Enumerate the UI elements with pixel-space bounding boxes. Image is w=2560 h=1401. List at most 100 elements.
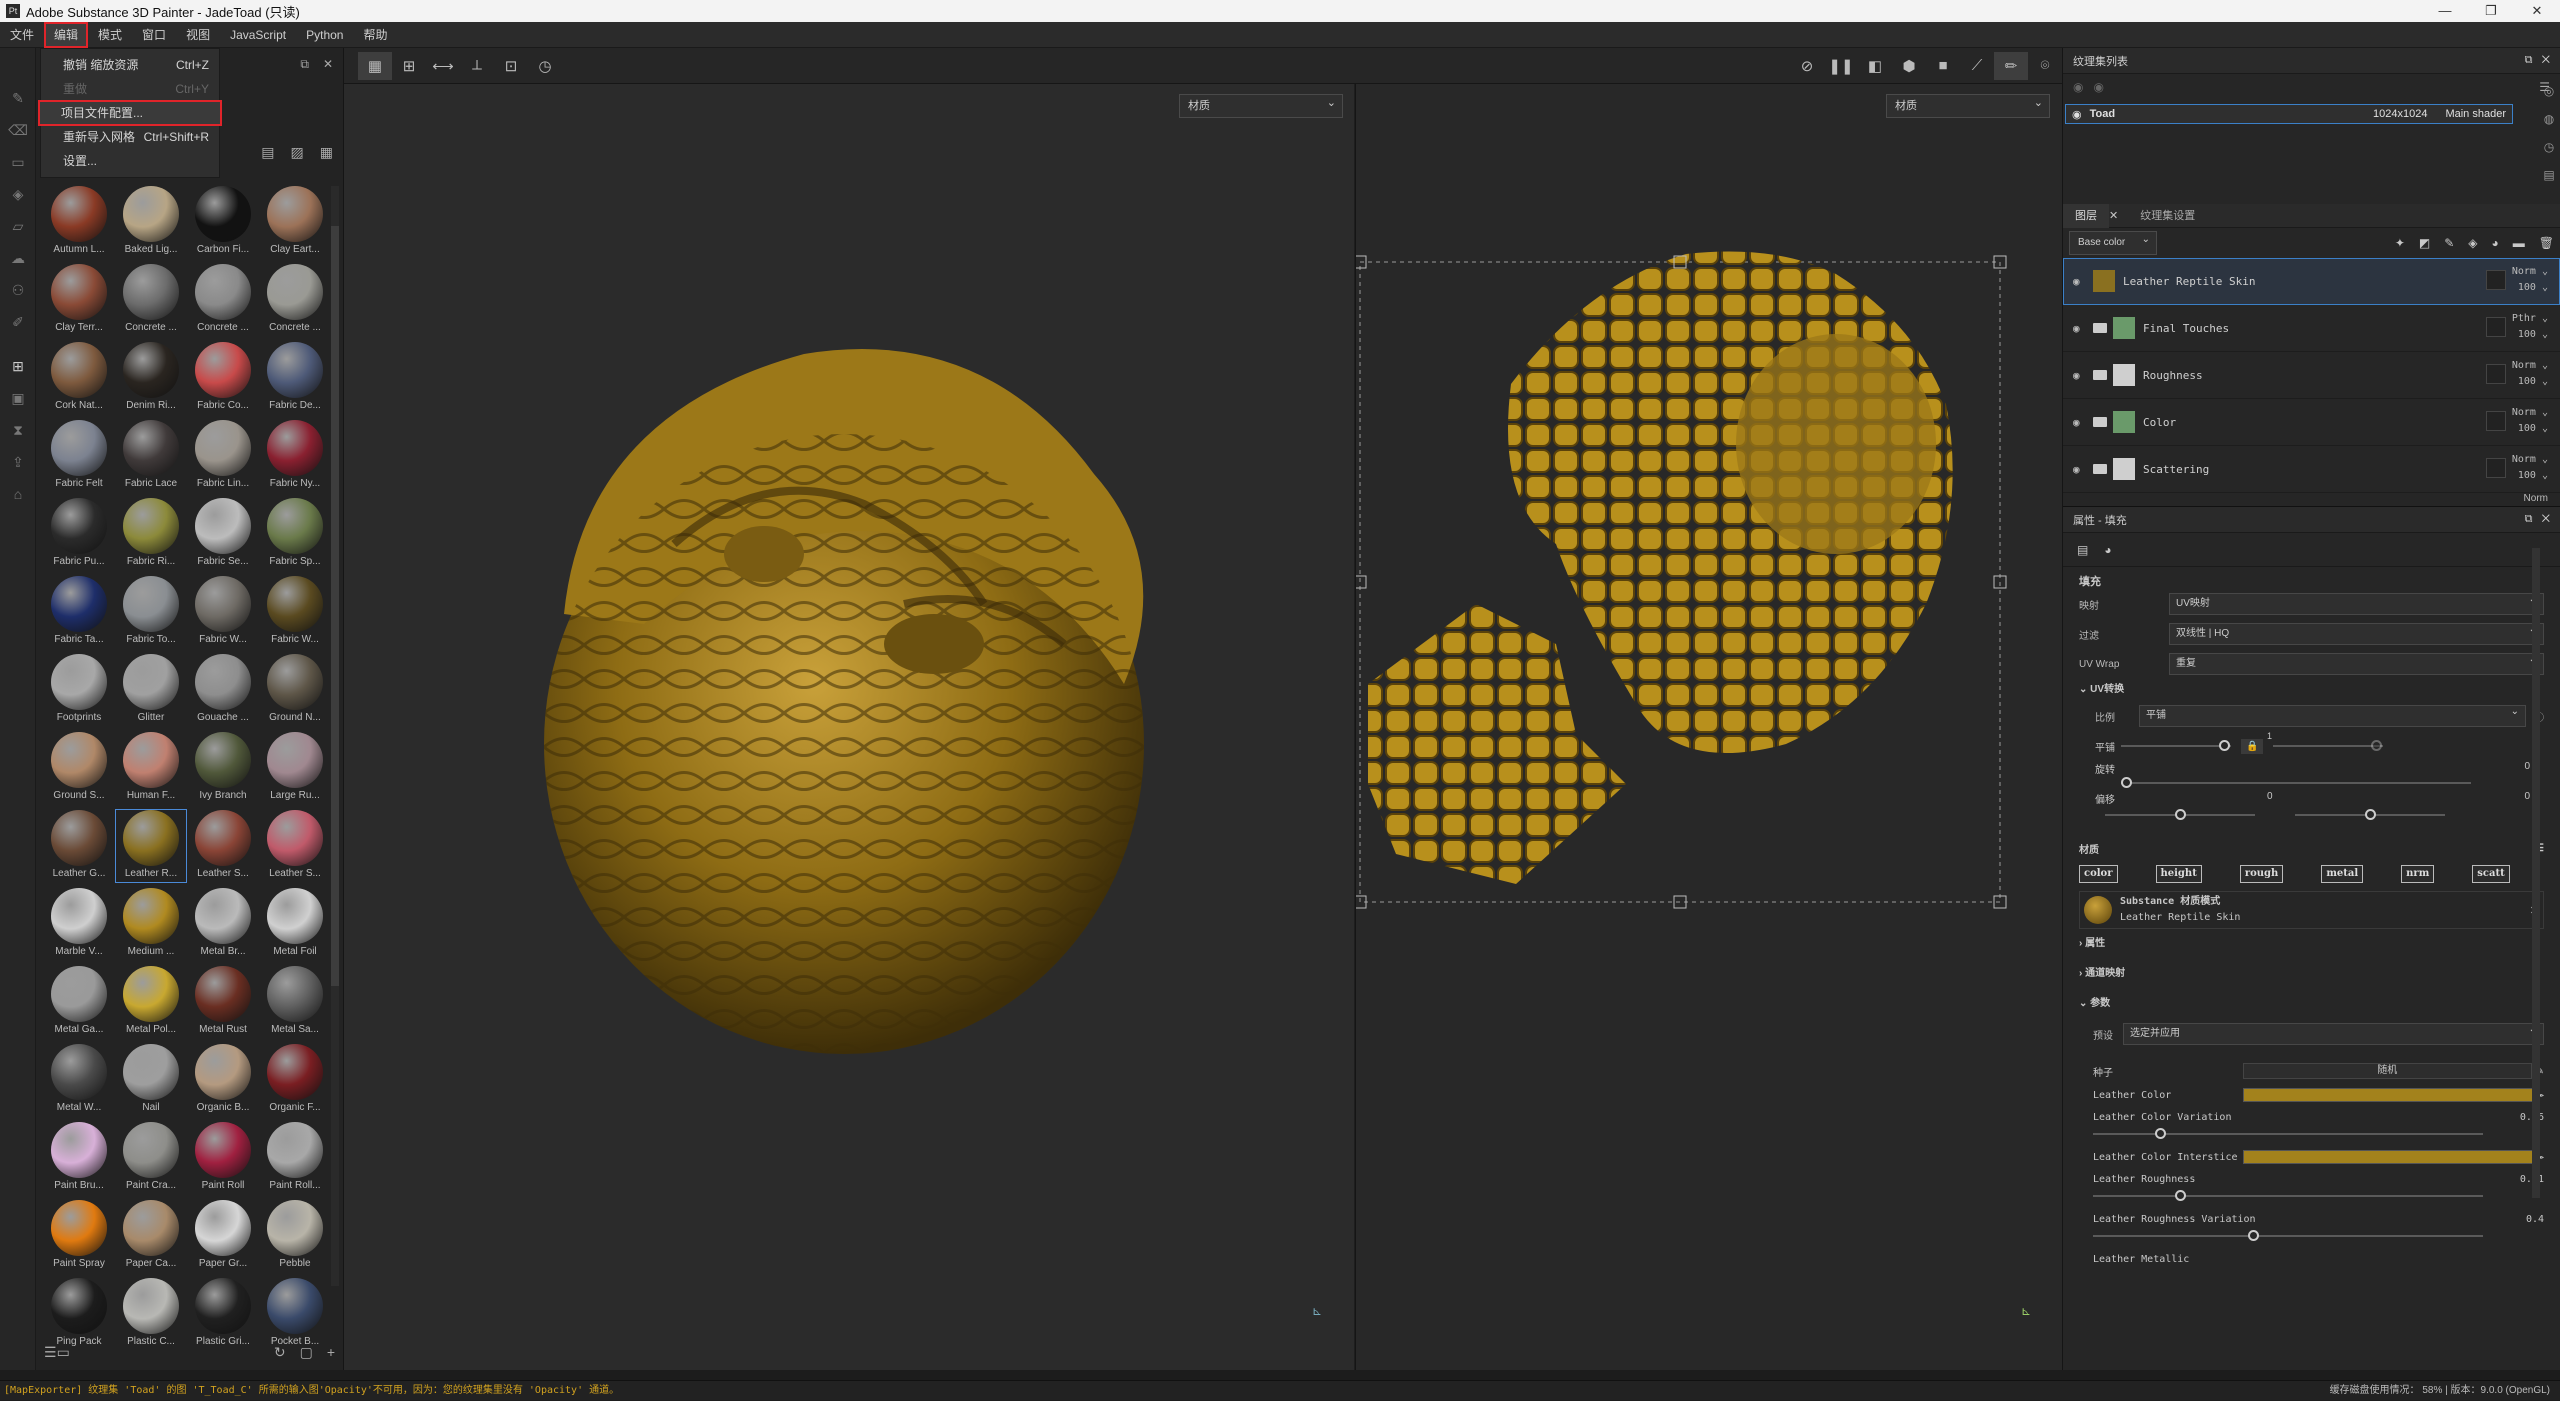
material-thumbnail-item[interactable]: Metal Sa... — [260, 966, 330, 1038]
layer-row[interactable]: ◉ Final Touches Pthr ⌄ 100 ⌄ — [2063, 305, 2560, 352]
material-thumbnail-item[interactable]: Paper Ca... — [116, 1200, 186, 1272]
material-thumbnail-item[interactable]: Concrete ... — [260, 264, 330, 336]
pause-icon[interactable]: ❚❚ — [1824, 52, 1858, 80]
layer-blend-opacity[interactable]: Norm ⌄ 100 ⌄ — [2512, 405, 2548, 437]
camera-mode-icon[interactable]: ◧ — [1858, 52, 1892, 80]
material-thumbnail-item[interactable]: Metal Rust — [188, 966, 258, 1038]
shelf-scrollbar[interactable] — [331, 186, 339, 1286]
seed-random-button[interactable]: 随机 — [2243, 1063, 2532, 1079]
layer-row[interactable]: ◉ Scattering Norm ⌄ 100 ⌄ — [2063, 446, 2560, 493]
material-slot[interactable]: Substance 材质模式 Leather Reptile Skin ✕ — [2079, 891, 2544, 929]
material-thumbnail-item[interactable]: Paint Cra... — [116, 1122, 186, 1194]
log-icon[interactable]: ▤ — [2543, 168, 2554, 182]
tile-slider[interactable] — [2121, 739, 2231, 753]
eye-icon[interactable]: ◉ — [2072, 108, 2082, 121]
scale-select[interactable]: 平铺 — [2139, 702, 2526, 727]
add-mask-icon[interactable]: ◩ — [2419, 236, 2430, 250]
material-thumbnail-item[interactable]: Fabric Lin... — [188, 420, 258, 492]
material-thumbnail-item[interactable]: Nail — [116, 1044, 186, 1116]
material-thumbnail-item[interactable]: Fabric De... — [260, 342, 330, 414]
geometry-fill-tool-icon[interactable]: ◈ — [0, 178, 36, 210]
channel-nrm-toggle[interactable]: nrm — [2401, 865, 2435, 883]
undock-icon[interactable]: ⧉ — [2525, 513, 2533, 525]
close-panel-icon[interactable]: ✕ — [2542, 513, 2550, 525]
layer-blend-opacity[interactable]: Norm ⌄ 100 ⌄ — [2512, 358, 2548, 390]
texture-set-icon[interactable]: ▣ — [0, 382, 36, 414]
material-thumbnail-item[interactable]: Fabric Ri... — [116, 498, 186, 570]
menu-item-redo[interactable]: 重做 Ctrl+Y — [41, 77, 219, 101]
texture-set-row[interactable]: ◉ Toad 1024x1024 Main shader — [2065, 104, 2513, 124]
close-button[interactable]: ✕ — [2514, 0, 2560, 22]
channel-scatt-toggle[interactable]: scatt — [2472, 865, 2510, 883]
channel-height-toggle[interactable]: height — [2155, 865, 2202, 883]
material-thumbnail-item[interactable]: Fabric Ny... — [260, 420, 330, 492]
undock-icon[interactable]: ⧉ — [300, 57, 309, 72]
layer-mask-slot[interactable] — [2486, 270, 2506, 290]
material-thumbnail-item[interactable]: Clay Eart... — [260, 186, 330, 258]
material-thumbnail-item[interactable]: Paint Roll — [188, 1122, 258, 1194]
material-thumbnail-item[interactable]: Fabric Ta... — [44, 576, 114, 648]
material-thumbnail-item[interactable]: Metal Br... — [188, 888, 258, 960]
multi-view-icon[interactable]: ⊞ — [392, 52, 426, 80]
material-thumbnail-item[interactable]: Autumn L... — [44, 186, 114, 258]
add-icon[interactable]: + — [327, 1344, 335, 1360]
right-panel-scrollbar[interactable] — [2532, 548, 2540, 1198]
material-thumbnail-item[interactable]: Fabric To... — [116, 576, 186, 648]
material-thumbnail-item[interactable]: Gouache ... — [188, 654, 258, 726]
channel-rough-toggle[interactable]: rough — [2239, 865, 2284, 883]
material-thumbnail-item[interactable]: Paint Roll... — [260, 1122, 330, 1194]
layer-row[interactable]: ◉ Leather Reptile Skin Norm ⌄ 100 ⌄ — [2063, 258, 2560, 305]
add-folder-icon[interactable]: ▭ — [57, 1344, 70, 1361]
material-thumbnail-item[interactable]: Marble V... — [44, 888, 114, 960]
menu-mode[interactable]: 模式 — [88, 22, 132, 48]
layer-blend-opacity[interactable]: Pthr ⌄ 100 ⌄ — [2512, 311, 2548, 343]
layer-visibility-icon[interactable]: ◉ — [2073, 416, 2089, 429]
material-thumbnail-item[interactable]: Fabric Se... — [188, 498, 258, 570]
layer-mask-slot[interactable] — [2486, 364, 2506, 384]
filter-icon[interactable]: ☰ — [44, 1344, 57, 1361]
material-thumbnail-item[interactable]: Fabric Pu... — [44, 498, 114, 570]
layer-mask-slot[interactable] — [2486, 458, 2506, 478]
projection-tool-icon[interactable]: ▭ — [0, 146, 36, 178]
material-thumbnail-item[interactable]: Concrete ... — [188, 264, 258, 336]
material-thumbnail-item[interactable]: Metal Ga... — [44, 966, 114, 1038]
smudge-tool-icon[interactable]: ☁ — [0, 242, 36, 274]
attributes-section-toggle[interactable]: › 属性 — [2079, 929, 2544, 959]
display-settings-icon[interactable]: ⌂ — [0, 478, 36, 510]
display-settings-icon[interactable]: ◍ — [2544, 112, 2554, 126]
material-thumbnail-item[interactable]: Metal Pol... — [116, 966, 186, 1038]
parameters-section-toggle[interactable]: ⌄ 参数 — [2079, 989, 2544, 1019]
mapping-select[interactable]: UV映射 — [2169, 590, 2544, 615]
material-thumbnail-item[interactable]: Ivy Branch — [188, 732, 258, 804]
layer-visibility-icon[interactable]: ◉ — [2073, 463, 2089, 476]
material-properties-icon[interactable]: ◕ — [2104, 543, 2111, 557]
menu-help[interactable]: 帮助 — [353, 22, 397, 48]
layer-row[interactable]: ◉ Color Norm ⌄ 100 ⌄ — [2063, 399, 2560, 446]
material-thumbnail-item[interactable]: Denim Ri... — [116, 342, 186, 414]
filter-select[interactable]: 双线性 | HQ — [2169, 620, 2544, 645]
history-icon[interactable]: ◷ — [2544, 140, 2554, 154]
layer-visibility-icon[interactable]: ◉ — [2073, 369, 2089, 382]
material-thumbnail-item[interactable]: Paint Bru... — [44, 1122, 114, 1194]
refresh-icon[interactable]: ↻ — [274, 1344, 286, 1361]
material-thumbnail-item[interactable]: Baked Lig... — [116, 186, 186, 258]
channel-color-toggle[interactable]: color — [2079, 865, 2118, 883]
brush-options-icon[interactable]: ⟋ — [1960, 52, 1994, 80]
material-thumbnail-item[interactable]: Concrete ... — [116, 264, 186, 336]
thumbnail-view-icon[interactable]: ▨ — [291, 144, 304, 161]
offset-u-slider[interactable] — [2105, 808, 2255, 822]
material-thumbnail-item[interactable]: Ground N... — [260, 654, 330, 726]
menu-item-project-configuration[interactable]: 项目文件配置... — [38, 100, 222, 126]
material-thumbnail-item[interactable]: Medium ... — [116, 888, 186, 960]
leather-color-interstice-swatch[interactable] — [2243, 1150, 2534, 1164]
leather-color-swatch[interactable] — [2243, 1088, 2534, 1102]
grid-view-icon[interactable]: ▦ — [320, 144, 333, 161]
tab-layers[interactable]: 图层 — [2063, 203, 2109, 228]
material-thumbnail-item[interactable]: Paper Gr... — [188, 1200, 258, 1272]
screenshot-icon[interactable]: ⌾ — [2028, 52, 2062, 80]
visibility-icon[interactable]: ◉ — [2093, 80, 2103, 94]
frame-icon[interactable]: ⊡ — [494, 52, 528, 80]
material-thumbnail-item[interactable]: Leather S... — [260, 810, 330, 882]
new-folder-icon[interactable]: ▢ — [300, 1344, 313, 1361]
polygon-fill-tool-icon[interactable]: ▱ — [0, 210, 36, 242]
